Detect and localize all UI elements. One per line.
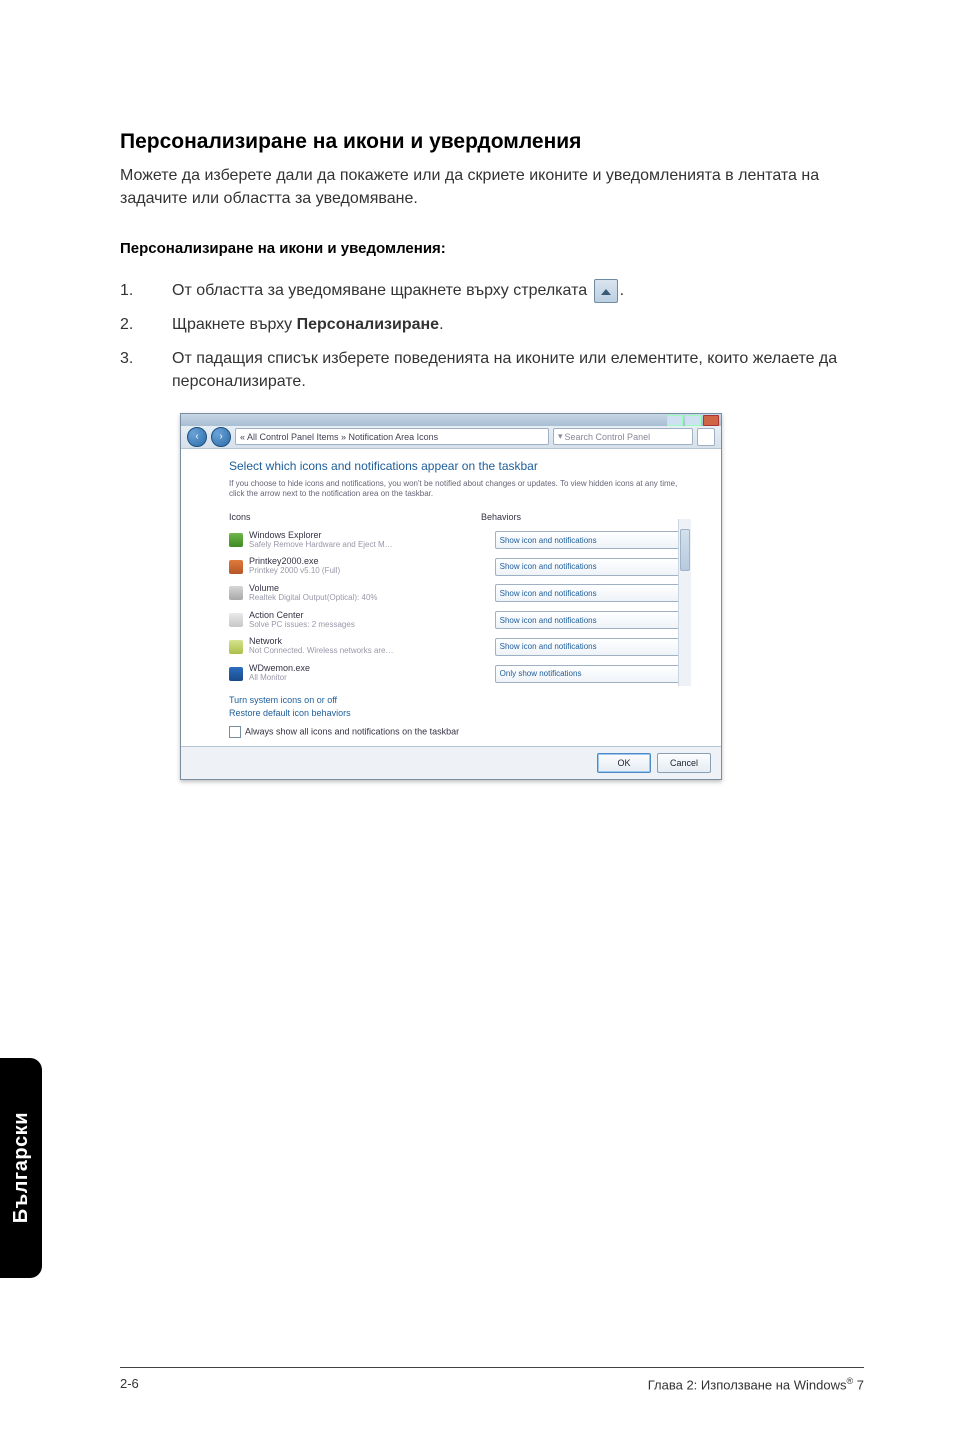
close-button[interactable] xyxy=(703,415,719,426)
icon-row: VolumeRealtek Digital Output(Optical): 4… xyxy=(229,580,691,607)
app-label: Printkey2000.exePrintkey 2000 v5.10 (Ful… xyxy=(249,557,495,576)
page-footer: 2-6 Глава 2: Използване на Windows® 7 xyxy=(120,1376,864,1392)
body-heading: Select which icons and notifications app… xyxy=(229,459,691,473)
app-icon xyxy=(229,667,243,681)
step-number: 1. xyxy=(120,279,150,302)
app-label: VolumeRealtek Digital Output(Optical): 4… xyxy=(249,584,495,603)
link-turn-system-icons[interactable]: Turn system icons on or off xyxy=(229,695,691,705)
cancel-button[interactable]: Cancel xyxy=(657,753,711,773)
body-subtext: If you choose to hide icons and notifica… xyxy=(229,479,691,500)
behavior-dropdown[interactable]: Show icon and notifications xyxy=(495,531,691,549)
app-subtitle: Solve PC issues: 2 messages xyxy=(249,621,485,630)
app-label: Windows ExplorerSafely Remove Hardware a… xyxy=(249,531,495,550)
address-bar[interactable]: « All Control Panel Items » Notification… xyxy=(235,428,549,445)
language-side-tab: Български xyxy=(0,1058,42,1278)
steps-list: 1. От областта за уведомяване щракнете в… xyxy=(120,279,840,393)
behavior-cell: Show icon and notifications xyxy=(495,611,691,629)
chapter-label: Глава 2: Използване на Windows® 7 xyxy=(648,1376,864,1392)
behavior-cell: Show icon and notifications xyxy=(495,531,691,549)
behavior-cell: Show icon and notifications xyxy=(495,558,691,576)
screenshot-window: ‹ › « All Control Panel Items » Notifica… xyxy=(180,413,722,780)
window-nav: ‹ › « All Control Panel Items » Notifica… xyxy=(181,426,721,449)
scrollbar[interactable] xyxy=(678,519,691,686)
icon-row: NetworkNot Connected. Wireless networks … xyxy=(229,633,691,660)
maximize-button[interactable] xyxy=(685,415,701,426)
icon-row: Printkey2000.exePrintkey 2000 v5.10 (Ful… xyxy=(229,553,691,580)
icon-row: Action CenterSolve PC issues: 2 messages… xyxy=(229,607,691,634)
step-3: 3. От падащия списък изберете поведеният… xyxy=(120,347,840,393)
nav-forward-button[interactable]: › xyxy=(211,427,231,447)
footer-links: Turn system icons on or off Restore defa… xyxy=(229,695,691,718)
section-title: Персонализиране на икони и увердомления xyxy=(120,130,840,154)
app-label: NetworkNot Connected. Wireless networks … xyxy=(249,637,495,656)
behavior-dropdown[interactable]: Show icon and notifications xyxy=(495,584,691,602)
app-icon xyxy=(229,613,243,627)
icon-rows: Windows ExplorerSafely Remove Hardware a… xyxy=(229,527,691,687)
app-subtitle: Realtek Digital Output(Optical): 40% xyxy=(249,594,485,603)
app-subtitle: All Monitor xyxy=(249,674,485,683)
behavior-dropdown[interactable]: Show icon and notifications xyxy=(495,558,691,576)
list-header: Icons Behaviors xyxy=(229,510,691,527)
search-placeholder: Search Control Panel xyxy=(565,432,651,442)
app-icon xyxy=(229,640,243,654)
step-number: 2. xyxy=(120,313,150,336)
behavior-cell: Only show notifications xyxy=(495,665,691,683)
app-icon xyxy=(229,586,243,600)
arrow-up-icon xyxy=(594,279,618,303)
app-subtitle: Safely Remove Hardware and Eject M… xyxy=(249,541,485,550)
nav-back-button[interactable]: ‹ xyxy=(187,427,207,447)
behavior-dropdown[interactable]: Show icon and notifications xyxy=(495,611,691,629)
window-buttons xyxy=(667,415,719,426)
search-input[interactable]: ▾ Search Control Panel xyxy=(553,428,693,445)
language-label: Български xyxy=(10,1112,33,1223)
icon-row: Windows ExplorerSafely Remove Hardware a… xyxy=(229,527,691,554)
app-subtitle: Printkey 2000 v5.10 (Full) xyxy=(249,567,485,576)
ok-button[interactable]: OK xyxy=(597,753,651,773)
app-label: WDwemon.exeAll Monitor xyxy=(249,664,495,683)
window-body: Select which icons and notifications app… xyxy=(181,449,721,747)
behavior-dropdown[interactable]: Only show notifications xyxy=(495,665,691,683)
app-subtitle: Not Connected. Wireless networks are… xyxy=(249,647,485,656)
app-label: Action CenterSolve PC issues: 2 messages xyxy=(249,611,495,630)
col-icons: Icons xyxy=(229,512,481,522)
step-text: Щракнете върху xyxy=(172,316,297,333)
step-bold: Персонализиране xyxy=(297,316,439,333)
step-text: От падащия списък изберете поведенията н… xyxy=(172,350,837,390)
icon-row: WDwemon.exeAll MonitorOnly show notifica… xyxy=(229,660,691,687)
behavior-cell: Show icon and notifications xyxy=(495,638,691,656)
section-subhead: Персонализиране на икони и уведомления: xyxy=(120,240,840,257)
window-footer: OK Cancel xyxy=(181,747,721,779)
link-restore-defaults[interactable]: Restore default icon behaviors xyxy=(229,708,691,718)
step-text-after: . xyxy=(620,283,624,300)
step-2: 2. Щракнете върху Персонализиране. xyxy=(120,313,840,336)
page-number: 2-6 xyxy=(120,1376,139,1392)
scrollbar-thumb[interactable] xyxy=(680,529,690,571)
step-1: 1. От областта за уведомяване щракнете в… xyxy=(120,279,840,303)
window-titlebar xyxy=(181,414,721,426)
app-icon xyxy=(229,533,243,547)
checkbox-label: Always show all icons and notifications … xyxy=(245,726,459,736)
step-text: От областта за уведомяване щракнете върх… xyxy=(172,283,592,300)
checkbox-icon xyxy=(229,726,241,738)
behavior-cell: Show icon and notifications xyxy=(495,584,691,602)
minimize-button[interactable] xyxy=(667,415,683,426)
col-behaviors: Behaviors xyxy=(481,512,691,522)
step-number: 3. xyxy=(120,347,150,370)
always-show-checkbox[interactable]: Always show all icons and notifications … xyxy=(229,726,691,738)
step-text-after: . xyxy=(439,316,443,333)
section-intro: Можете да изберете дали да покажете или … xyxy=(120,164,840,210)
refresh-button[interactable] xyxy=(697,428,715,446)
behavior-dropdown[interactable]: Show icon and notifications xyxy=(495,638,691,656)
footer-divider xyxy=(120,1367,864,1368)
app-icon xyxy=(229,560,243,574)
